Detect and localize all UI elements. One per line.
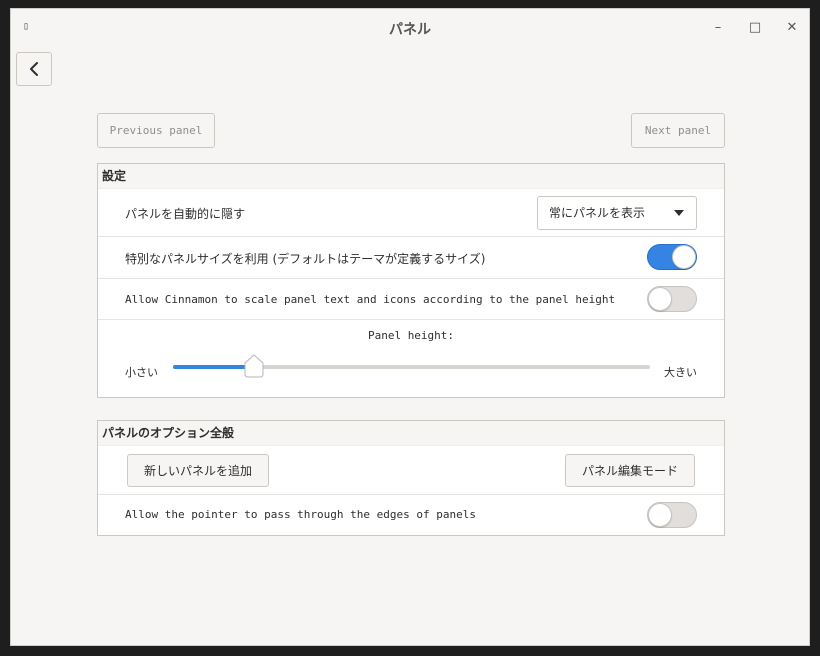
section-header: パネルのオプション全般 [98, 421, 724, 446]
settings-section: 設定 パネルを自動的に隠す 常にパネルを表示 特別なパネルサイズを利用 (デフォ… [97, 163, 725, 398]
pointer-pass-row: Allow the pointer to pass through the ed… [98, 495, 724, 535]
switch-knob [648, 287, 672, 311]
autohide-row: パネルを自動的に隠す 常にパネルを表示 [98, 189, 724, 237]
panel-height-row: Panel height: 小さい 大きい [98, 320, 724, 397]
pointer-pass-switch[interactable] [647, 502, 697, 528]
previous-panel-button[interactable]: Previous panel [97, 113, 215, 148]
slider-min-label: 小さい [125, 366, 158, 379]
switch-knob [648, 503, 672, 527]
panel-actions-row: 新しいパネルを追加 パネル編集モード [98, 446, 724, 495]
switch-knob [672, 245, 696, 269]
scale-text-row: Allow Cinnamon to scale panel text and i… [98, 279, 724, 320]
settings-window: ▯ パネル – □ ✕ Previous panel Next panel 設定… [10, 8, 810, 646]
slider-handle[interactable] [243, 354, 265, 378]
chevron-left-icon [30, 62, 38, 76]
custom-size-switch[interactable] [647, 244, 697, 270]
autohide-dropdown-value: 常にパネルを表示 [549, 206, 646, 220]
close-icon[interactable]: ✕ [782, 18, 802, 38]
back-button[interactable] [16, 52, 52, 86]
panel-edit-mode-button[interactable]: パネル編集モード [565, 454, 695, 487]
pointer-pass-label: Allow the pointer to pass through the ed… [125, 508, 476, 521]
dropdown-arrow-icon [674, 210, 684, 216]
autohide-label: パネルを自動的に隠す [125, 207, 246, 221]
slider-fill [173, 365, 255, 369]
add-panel-button[interactable]: 新しいパネルを追加 [127, 454, 269, 487]
maximize-icon[interactable]: □ [745, 18, 765, 38]
title-bar: ▯ パネル – □ ✕ [11, 9, 809, 47]
custom-size-row: 特別なパネルサイズを利用 (デフォルトはテーマが定義するサイズ) [98, 237, 724, 279]
scale-text-switch[interactable] [647, 286, 697, 312]
scale-text-label: Allow Cinnamon to scale panel text and i… [125, 293, 616, 306]
section-header: 設定 [98, 164, 724, 189]
next-panel-button[interactable]: Next panel [631, 113, 725, 148]
window-title: パネル [389, 22, 431, 38]
custom-size-label: 特別なパネルサイズを利用 (デフォルトはテーマが定義するサイズ) [125, 252, 486, 266]
autohide-dropdown[interactable]: 常にパネルを表示 [537, 196, 697, 230]
general-options-section: パネルのオプション全般 新しいパネルを追加 パネル編集モード Allow the… [97, 420, 725, 536]
panel-height-label: Panel height: [367, 329, 455, 342]
minimize-icon[interactable]: – [708, 18, 728, 38]
slider-max-label: 大きい [664, 366, 697, 379]
